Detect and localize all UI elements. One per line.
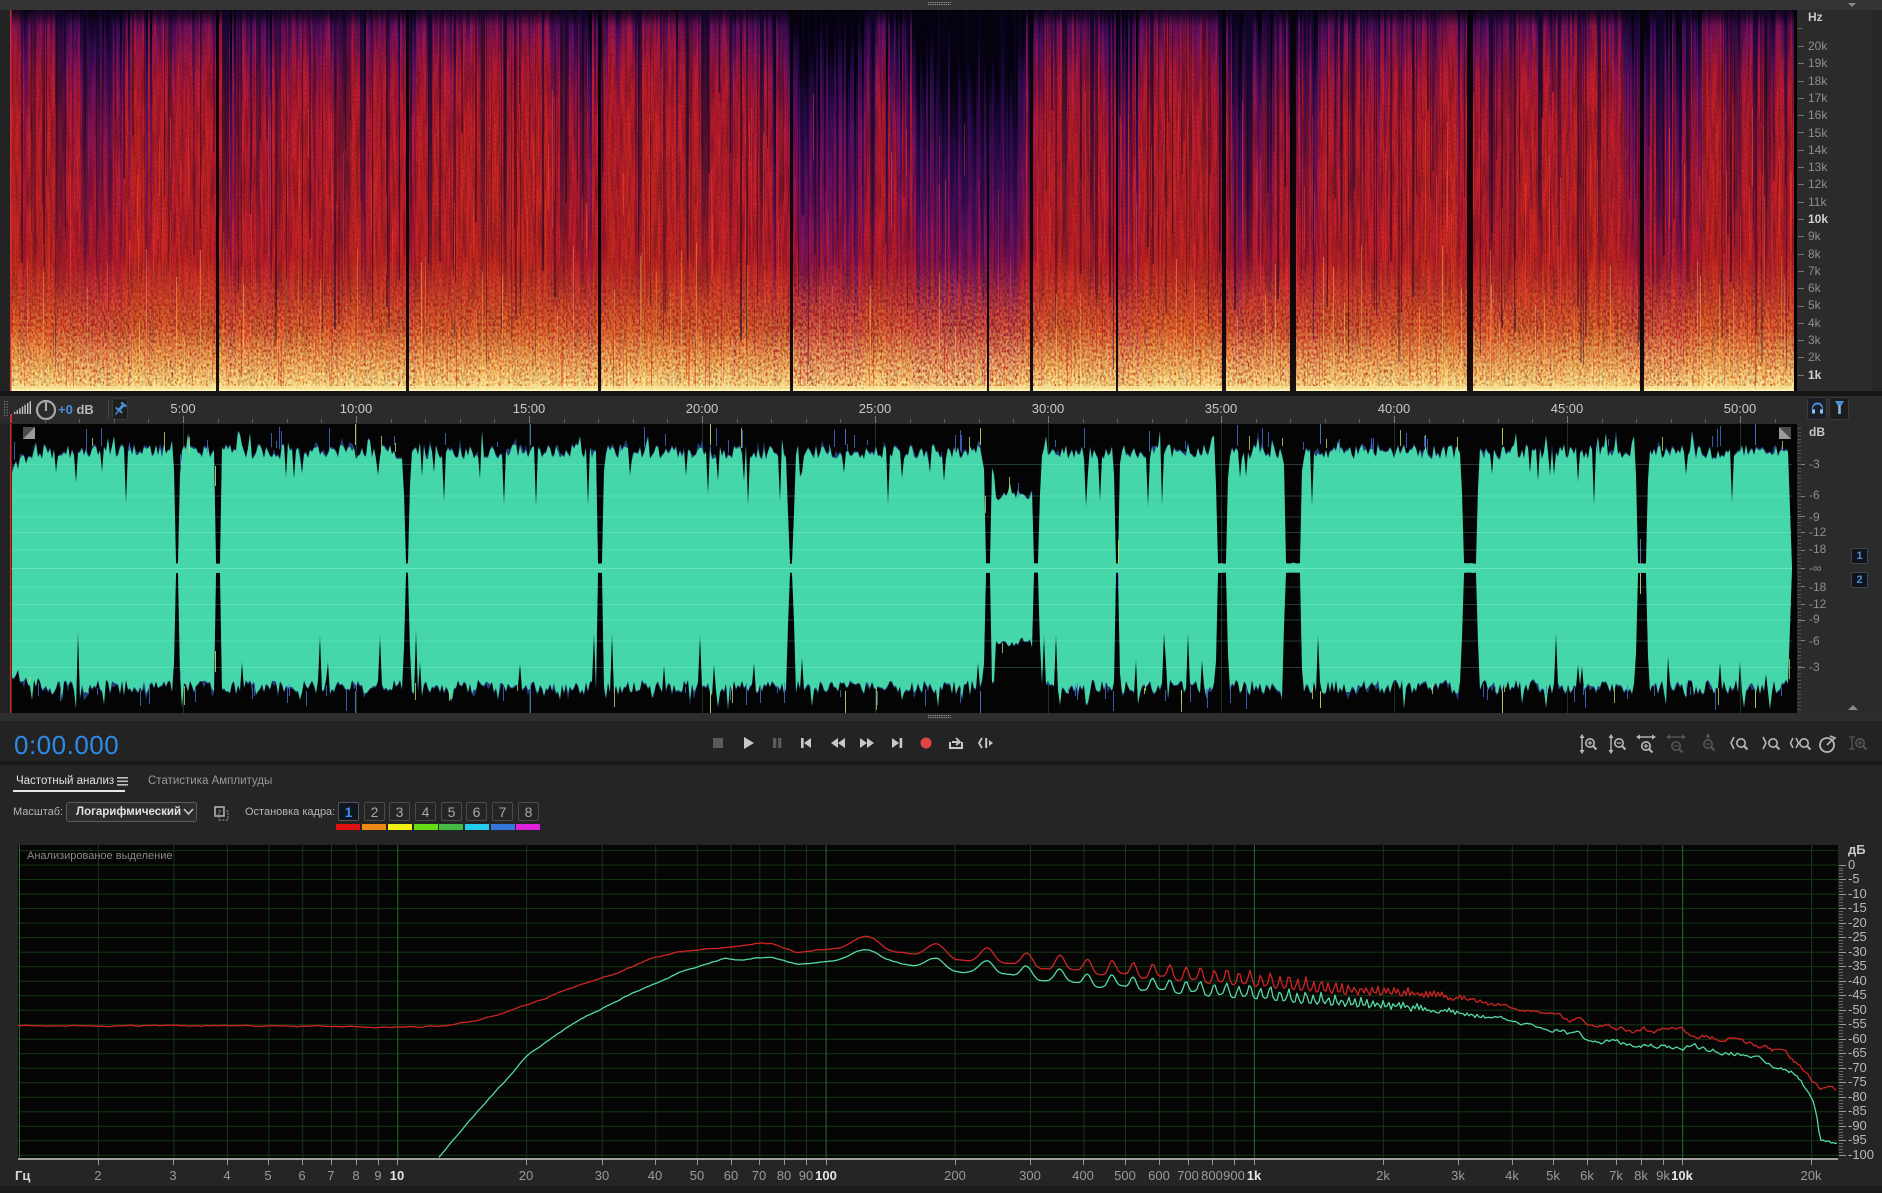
svg-text:Анализированое выделение: Анализированое выделение [27, 850, 173, 862]
